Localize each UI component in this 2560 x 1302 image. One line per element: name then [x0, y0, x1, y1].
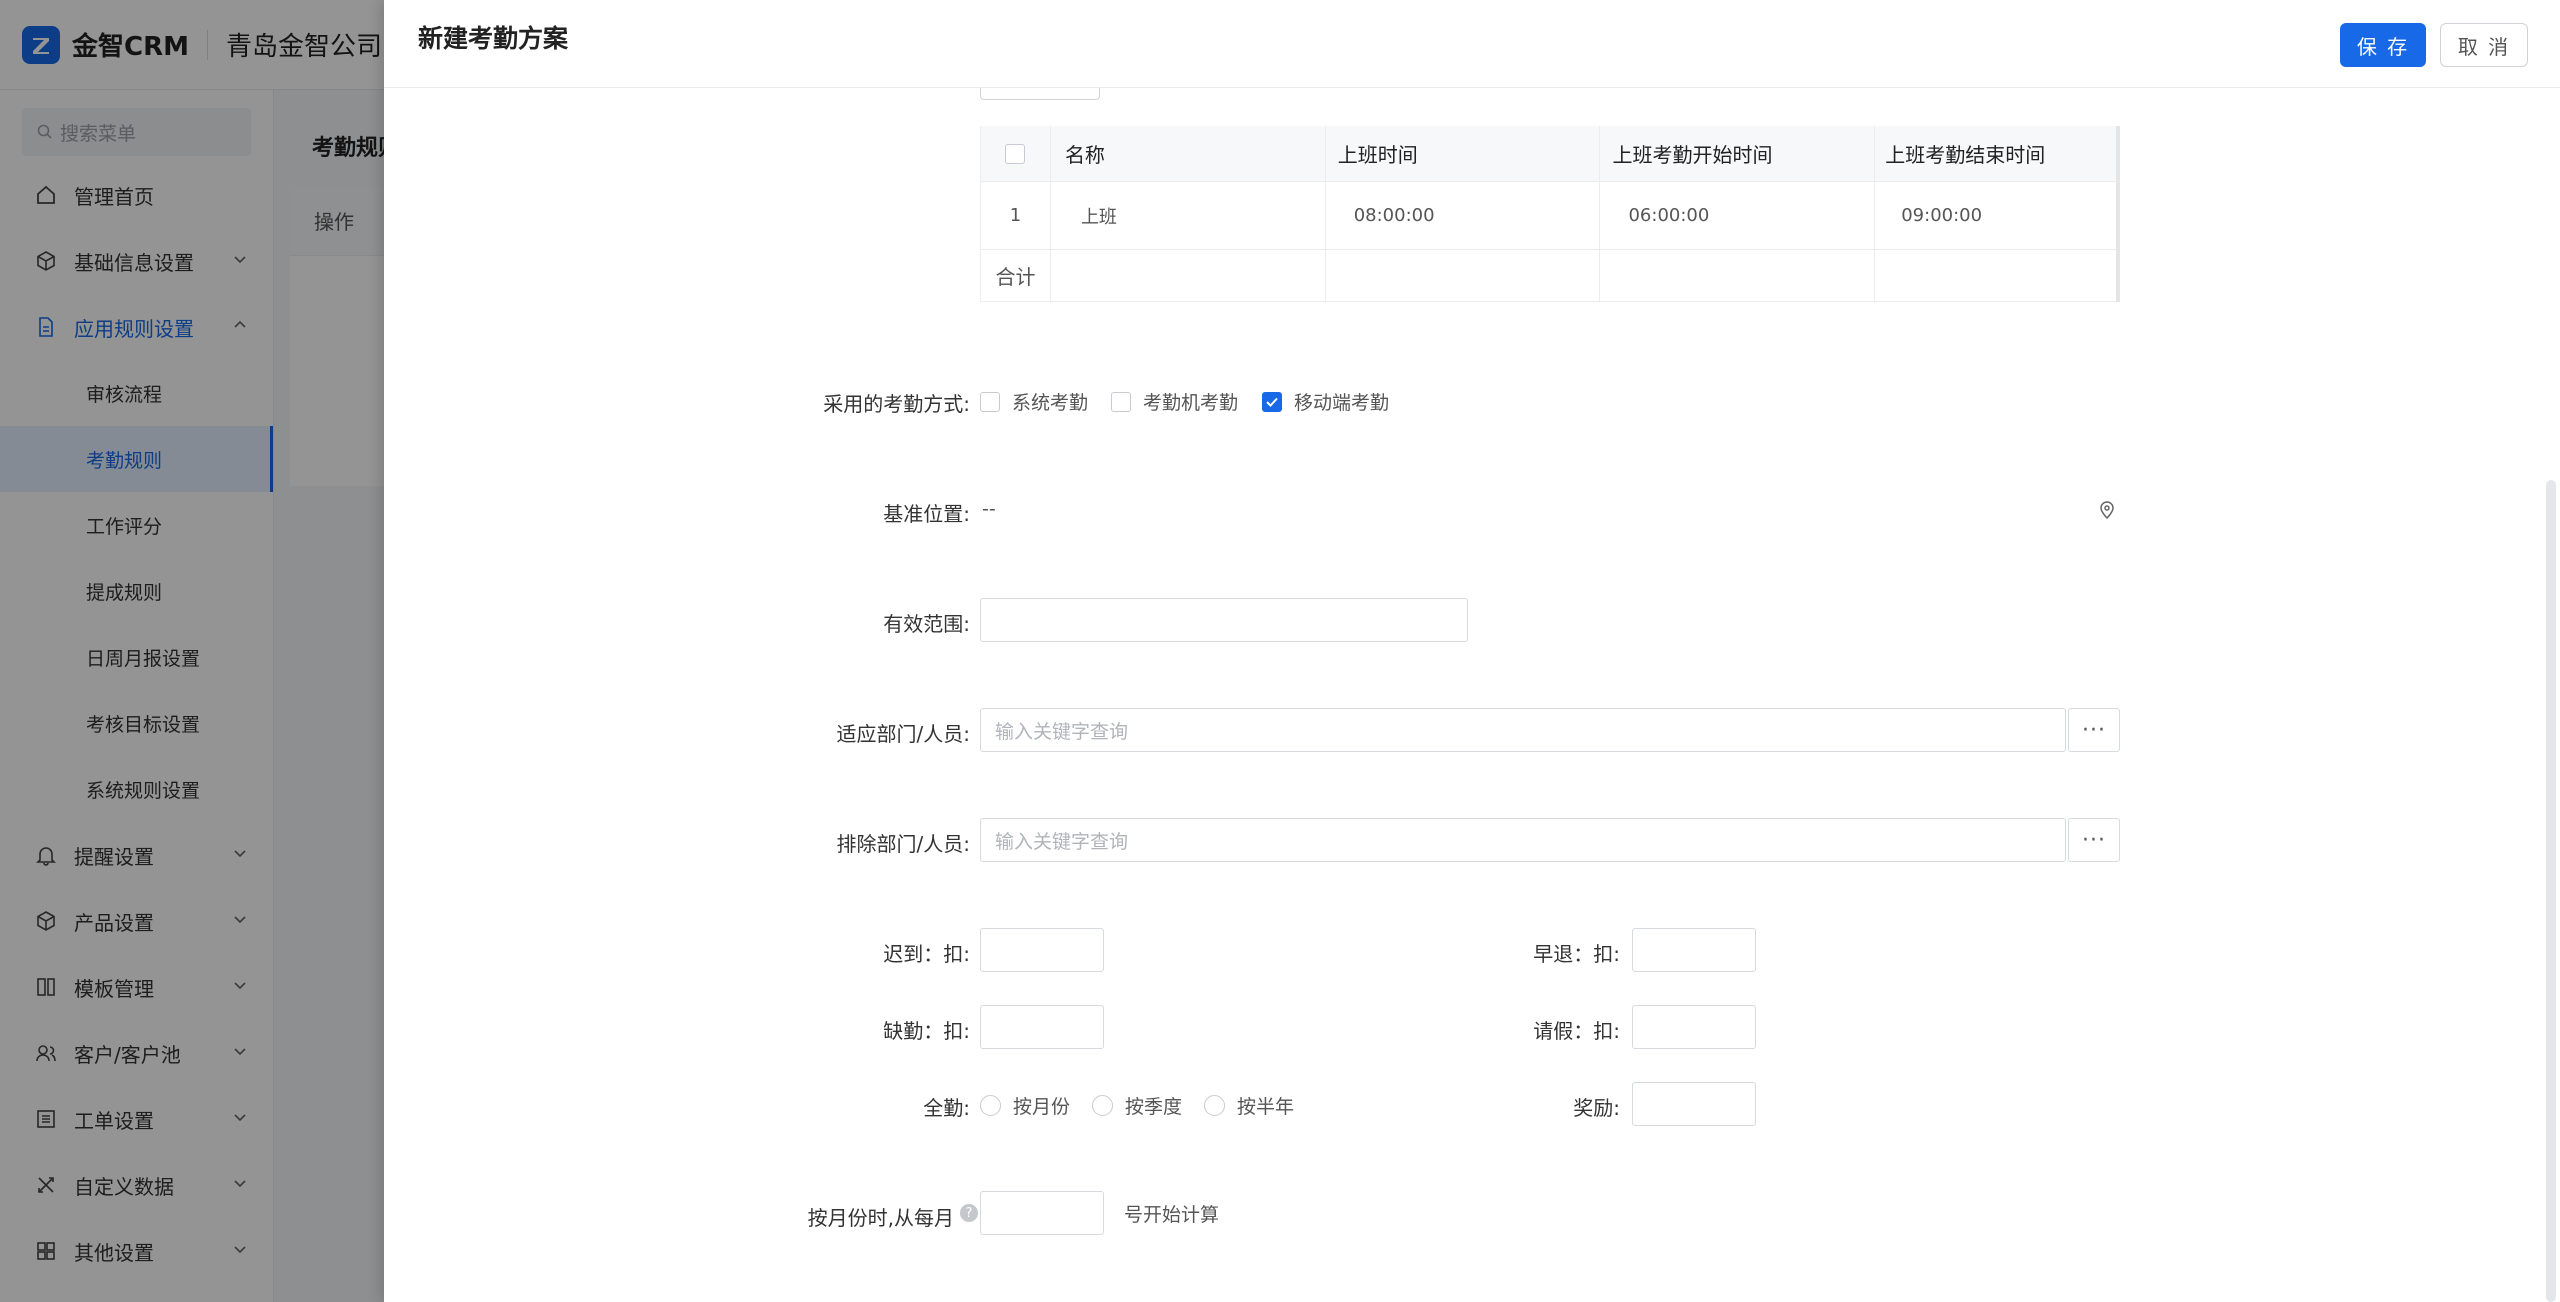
select-all-checkbox[interactable] — [1005, 143, 1026, 164]
applicable-more-button[interactable]: ··· — [2068, 708, 2120, 752]
radio-circle — [1092, 1095, 1113, 1116]
drawer-title: 新建考勤方案 — [418, 23, 569, 53]
header-name: 名称 — [1051, 126, 1326, 181]
table-row[interactable]: 1 上班 08:00:00 06:00:00 09:00:00 — [981, 182, 2116, 250]
radio-circle — [980, 1095, 1001, 1116]
full-attendance-label: 全勤: — [923, 1096, 970, 1120]
row-check-end[interactable]: 09:00:00 — [1875, 182, 2116, 249]
excluded-placeholder: 输入关键字查询 — [995, 830, 1129, 853]
total-label: 合计 — [981, 250, 1051, 301]
location-value: -- — [982, 498, 996, 520]
location-pin-icon[interactable] — [2098, 500, 2116, 524]
table-header-row: 名称 上班时间 上班考勤开始时间 上班考勤结束时间 — [981, 126, 2116, 182]
shift-table: 名称 上班时间 上班考勤开始时间 上班考勤结束时间 1 上班 08:00:00 … — [980, 126, 2120, 302]
leave-label: 请假：扣: — [1533, 1019, 1620, 1043]
method-machine-checkbox[interactable]: 考勤机考勤 — [1111, 388, 1238, 415]
range-label: 有效范围: — [883, 612, 970, 636]
excluded-label: 排除部门/人员: — [836, 832, 970, 856]
excluded-input[interactable]: 输入关键字查询 — [980, 818, 2066, 862]
late-deduct-input[interactable] — [980, 928, 1104, 972]
checkbox-label: 系统考勤 — [1012, 392, 1089, 414]
checkbox-label: 考勤机考勤 — [1143, 392, 1239, 414]
header-start-time: 上班时间 — [1326, 126, 1601, 181]
radio-label: 按半年 — [1237, 1096, 1295, 1118]
save-button[interactable]: 保 存 — [2340, 23, 2426, 67]
header-check-start: 上班考勤开始时间 — [1600, 126, 1876, 181]
applicable-input[interactable]: 输入关键字查询 — [980, 708, 2066, 752]
checkmark-icon — [1262, 391, 1282, 412]
table-total-row: 合计 — [981, 250, 2116, 302]
full-attendance-monthly-radio[interactable]: 按月份 — [980, 1092, 1070, 1119]
method-label: 采用的考勤方式: — [823, 392, 970, 416]
radio-circle — [1204, 1095, 1225, 1116]
applicable-placeholder: 输入关键字查询 — [995, 720, 1129, 743]
absent-deduct-input[interactable] — [980, 1005, 1104, 1049]
total-cell — [1875, 250, 2116, 301]
reward-label: 奖励: — [1573, 1096, 1620, 1120]
checkbox-box — [1111, 391, 1131, 412]
reward-input[interactable] — [1632, 1082, 1756, 1126]
radio-label: 按月份 — [1013, 1096, 1071, 1118]
method-system-checkbox[interactable]: 系统考勤 — [980, 388, 1088, 415]
radio-label: 按季度 — [1125, 1096, 1183, 1118]
early-label: 早退：扣: — [1533, 942, 1620, 966]
excluded-more-button[interactable]: ··· — [2068, 818, 2120, 862]
full-attendance-quarterly-radio[interactable]: 按季度 — [1092, 1092, 1182, 1119]
monthly-start-suffix: 号开始计算 — [1124, 1204, 1220, 1226]
early-deduct-input[interactable] — [1632, 928, 1756, 972]
row-name[interactable]: 上班 — [1051, 182, 1326, 249]
row-start-time[interactable]: 08:00:00 — [1326, 182, 1601, 249]
total-cell — [1326, 250, 1601, 301]
location-label: 基准位置: — [883, 502, 970, 526]
total-cell — [1051, 250, 1326, 301]
monthly-start-day-input[interactable] — [980, 1191, 1104, 1235]
total-cell — [1600, 250, 1876, 301]
monthly-start-label: 按月份时,从每月 — [807, 1206, 954, 1230]
select-all-cell — [981, 126, 1051, 181]
header-check-end: 上班考勤结束时间 — [1885, 143, 2046, 167]
checkbox-label: 移动端考勤 — [1294, 392, 1390, 414]
applicable-label: 适应部门/人员: — [836, 722, 970, 746]
method-mobile-checkbox[interactable]: 移动端考勤 — [1262, 388, 1389, 415]
absent-label: 缺勤：扣: — [883, 1019, 970, 1043]
range-input[interactable] — [980, 598, 1468, 642]
row-index: 1 — [981, 182, 1051, 249]
new-attendance-plan-drawer: 新建考勤方案 保 存 取 消 名称 上班时间 上班考勤开始时间 上班考勤结束时间… — [384, 0, 2560, 1302]
late-label: 迟到：扣: — [883, 942, 970, 966]
full-attendance-halfyear-radio[interactable]: 按半年 — [1204, 1092, 1294, 1119]
drawer-header: 新建考勤方案 保 存 取 消 — [384, 0, 2560, 88]
cancel-button[interactable]: 取 消 — [2440, 23, 2528, 67]
help-icon[interactable]: ? — [960, 1204, 978, 1222]
drawer-scrollbar[interactable] — [2546, 480, 2556, 1302]
clipped-row — [384, 88, 2560, 102]
leave-deduct-input[interactable] — [1632, 1005, 1756, 1049]
add-row-button[interactable] — [980, 88, 1100, 100]
row-check-start[interactable]: 06:00:00 — [1600, 182, 1876, 249]
checkbox-box — [980, 391, 1000, 412]
